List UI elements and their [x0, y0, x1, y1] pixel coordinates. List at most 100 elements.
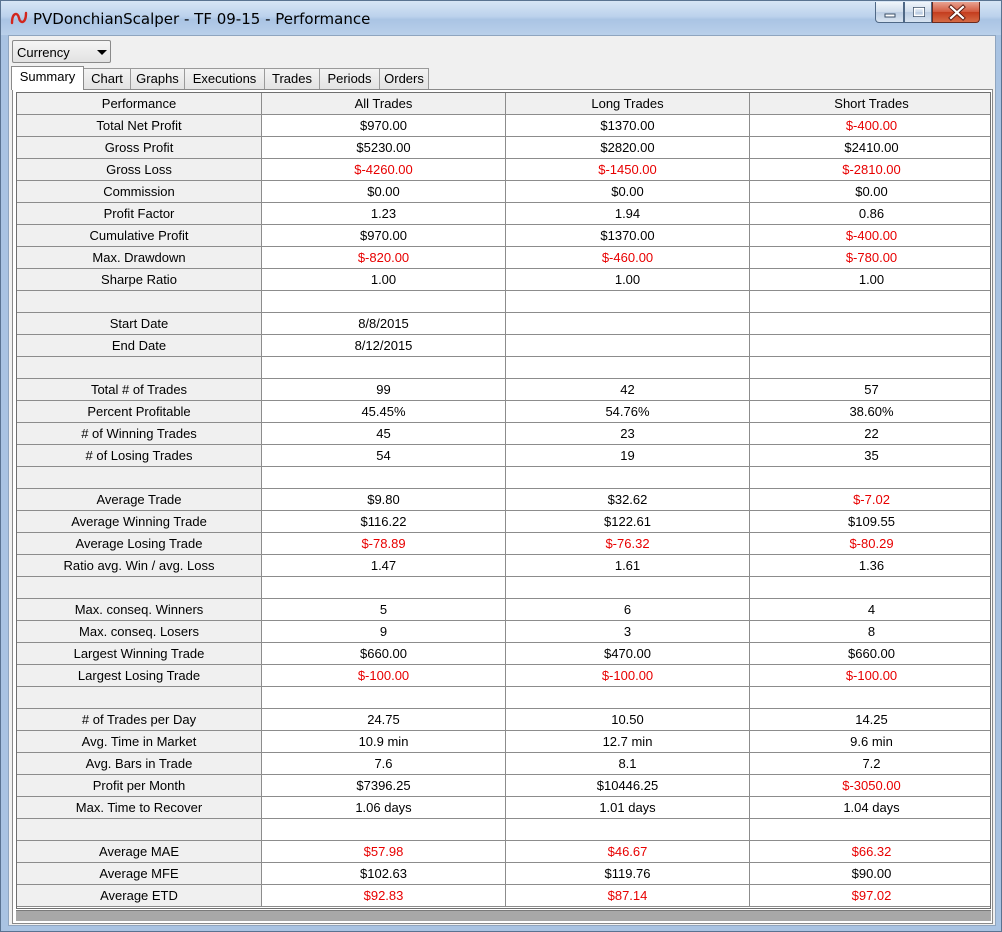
table-row[interactable]: Profit per Month $7396.25 $10446.25 $-3050.…	[17, 774, 990, 797]
table-row[interactable]	[17, 818, 990, 841]
table-row[interactable]	[17, 290, 990, 313]
metric-value: 3	[505, 620, 750, 643]
maximize-button[interactable]	[904, 2, 932, 23]
table-row[interactable]: Gross Profit $5230.00 $2820.00 $2410.00	[17, 136, 990, 159]
tab-executions[interactable]: Executions	[184, 68, 265, 89]
table-row[interactable]: Max. conseq. Winners 5 6 4	[17, 598, 990, 621]
table-row[interactable]: Gross Loss $-4260.00 $-1450.00 $-2810.00	[17, 158, 990, 181]
tab-summary[interactable]: Summary	[11, 66, 84, 90]
metric-value	[261, 466, 506, 489]
table-row[interactable]: # of Trades per Day 24.75 10.50 14.25	[17, 708, 990, 731]
metric-label: Average MAE	[17, 840, 262, 863]
metric-value: 42	[505, 378, 750, 401]
metric-label	[17, 290, 262, 313]
metric-value	[505, 290, 750, 313]
metric-label	[17, 818, 262, 841]
table-row[interactable]: Largest Losing Trade $-100.00 $-100.00 $-10…	[17, 664, 990, 687]
table-row[interactable]	[17, 466, 990, 489]
minimize-button[interactable]	[875, 2, 904, 23]
performance-grid[interactable]: Performance All Trades Long Trades Short Tr…	[16, 92, 991, 909]
metric-value	[505, 312, 750, 335]
table-row[interactable]: Average MFE $102.63 $119.76 $90.00	[17, 862, 990, 885]
metric-value: 10.9 min	[261, 730, 506, 753]
table-row[interactable]: Average Winning Trade $116.22 $122.61 $109.…	[17, 510, 990, 533]
tab-trades[interactable]: Trades	[264, 68, 320, 89]
metric-label: End Date	[17, 334, 262, 357]
tab-strip: Summary Chart Graphs Executions Trades Period…	[11, 66, 991, 90]
metric-label: Average ETD	[17, 884, 262, 907]
metric-label: Sharpe Ratio	[17, 268, 262, 291]
table-row[interactable]: Average Trade $9.80 $32.62 $-7.02	[17, 488, 990, 511]
horizontal-scrollbar[interactable]	[16, 910, 991, 921]
table-row[interactable]: # of Losing Trades 54 19 35	[17, 444, 990, 467]
column-header[interactable]: Long Trades	[505, 93, 750, 115]
table-row[interactable]	[17, 576, 990, 599]
title-bar[interactable]: PVDonchianScalper - TF 09-15 - Performan…	[1, 1, 1001, 35]
metric-value: 1.47	[261, 554, 506, 577]
table-row[interactable]: # of Winning Trades 45 23 22	[17, 422, 990, 445]
table-row[interactable]: Cumulative Profit $970.00 $1370.00 $-400.00	[17, 224, 990, 247]
metric-value: $-80.29	[749, 532, 990, 555]
metric-label: Total # of Trades	[17, 378, 262, 401]
metric-label: Average Losing Trade	[17, 532, 262, 555]
metric-value: $7396.25	[261, 774, 506, 797]
table-row[interactable]: Max. conseq. Losers 9 3 8	[17, 620, 990, 643]
metric-value: $46.67	[505, 840, 750, 863]
metric-label: Average Trade	[17, 488, 262, 511]
table-row[interactable]: Percent Profitable 45.45% 54.76% 38.60%	[17, 400, 990, 423]
table-row[interactable]: Avg. Time in Market 10.9 min 12.7 min 9.6 m…	[17, 730, 990, 753]
metric-label: Cumulative Profit	[17, 224, 262, 247]
column-header[interactable]: Short Trades	[749, 93, 990, 115]
tab-chart[interactable]: Chart	[83, 68, 131, 89]
table-row[interactable]: Avg. Bars in Trade 7.6 8.1 7.2	[17, 752, 990, 775]
table-row[interactable]: Commission $0.00 $0.00 $0.00	[17, 180, 990, 203]
table-row[interactable]: Max. Time to Recover 1.06 days 1.01 days 1.…	[17, 796, 990, 819]
metric-value: $0.00	[505, 180, 750, 203]
table-row[interactable]: Max. Drawdown $-820.00 $-460.00 $-780.00	[17, 246, 990, 269]
metric-value: $1370.00	[505, 224, 750, 247]
metric-value	[261, 576, 506, 599]
metric-value: $-780.00	[749, 246, 990, 269]
column-header[interactable]: All Trades	[261, 93, 506, 115]
app-window: PVDonchianScalper - TF 09-15 - Performan…	[0, 0, 1002, 932]
table-row[interactable]: Total Net Profit $970.00 $1370.00 $-400.00	[17, 114, 990, 137]
metric-label: # of Trades per Day	[17, 708, 262, 731]
table-row[interactable]: Start Date 8/8/2015	[17, 312, 990, 335]
metric-value: 9	[261, 620, 506, 643]
metric-value: 22	[749, 422, 990, 445]
tab-graphs[interactable]: Graphs	[130, 68, 185, 89]
table-row[interactable]: Sharpe Ratio 1.00 1.00 1.00	[17, 268, 990, 291]
table-row[interactable]: Total # of Trades 99 42 57	[17, 378, 990, 401]
metric-value: 1.00	[261, 268, 506, 291]
table-row[interactable]: Average Losing Trade $-78.89 $-76.32 $-80.2…	[17, 532, 990, 555]
column-header[interactable]: Performance	[17, 93, 262, 115]
tab-orders[interactable]: Orders	[379, 68, 429, 89]
tab-periods[interactable]: Periods	[319, 68, 380, 89]
metric-value: 45.45%	[261, 400, 506, 423]
metric-value: $87.14	[505, 884, 750, 907]
metric-value	[749, 334, 990, 357]
table-row[interactable]: Ratio avg. Win / avg. Loss 1.47 1.61 1.36	[17, 554, 990, 577]
metric-value: $970.00	[261, 114, 506, 137]
metric-value	[749, 686, 990, 709]
table-row[interactable]	[17, 356, 990, 379]
metric-value: 1.00	[749, 268, 990, 291]
metric-value	[505, 686, 750, 709]
table-row[interactable]: Profit Factor 1.23 1.94 0.86	[17, 202, 990, 225]
metric-label: Average MFE	[17, 862, 262, 885]
table-row[interactable]: Average MAE $57.98 $46.67 $66.32	[17, 840, 990, 863]
metric-value: $970.00	[261, 224, 506, 247]
metric-value	[749, 576, 990, 599]
table-row[interactable]: Largest Winning Trade $660.00 $470.00 $660.…	[17, 642, 990, 665]
table-row[interactable]: End Date 8/12/2015	[17, 334, 990, 357]
table-row[interactable]	[17, 686, 990, 709]
metric-label: Commission	[17, 180, 262, 203]
table-row[interactable]: Average ETD $92.83 $87.14 $97.02	[17, 884, 990, 907]
metric-label: Total Net Profit	[17, 114, 262, 137]
metric-value: 7.2	[749, 752, 990, 775]
metric-value: $109.55	[749, 510, 990, 533]
metric-value: 1.36	[749, 554, 990, 577]
currency-dropdown[interactable]: Currency	[12, 40, 111, 63]
metric-label	[17, 686, 262, 709]
close-button[interactable]	[932, 2, 980, 23]
